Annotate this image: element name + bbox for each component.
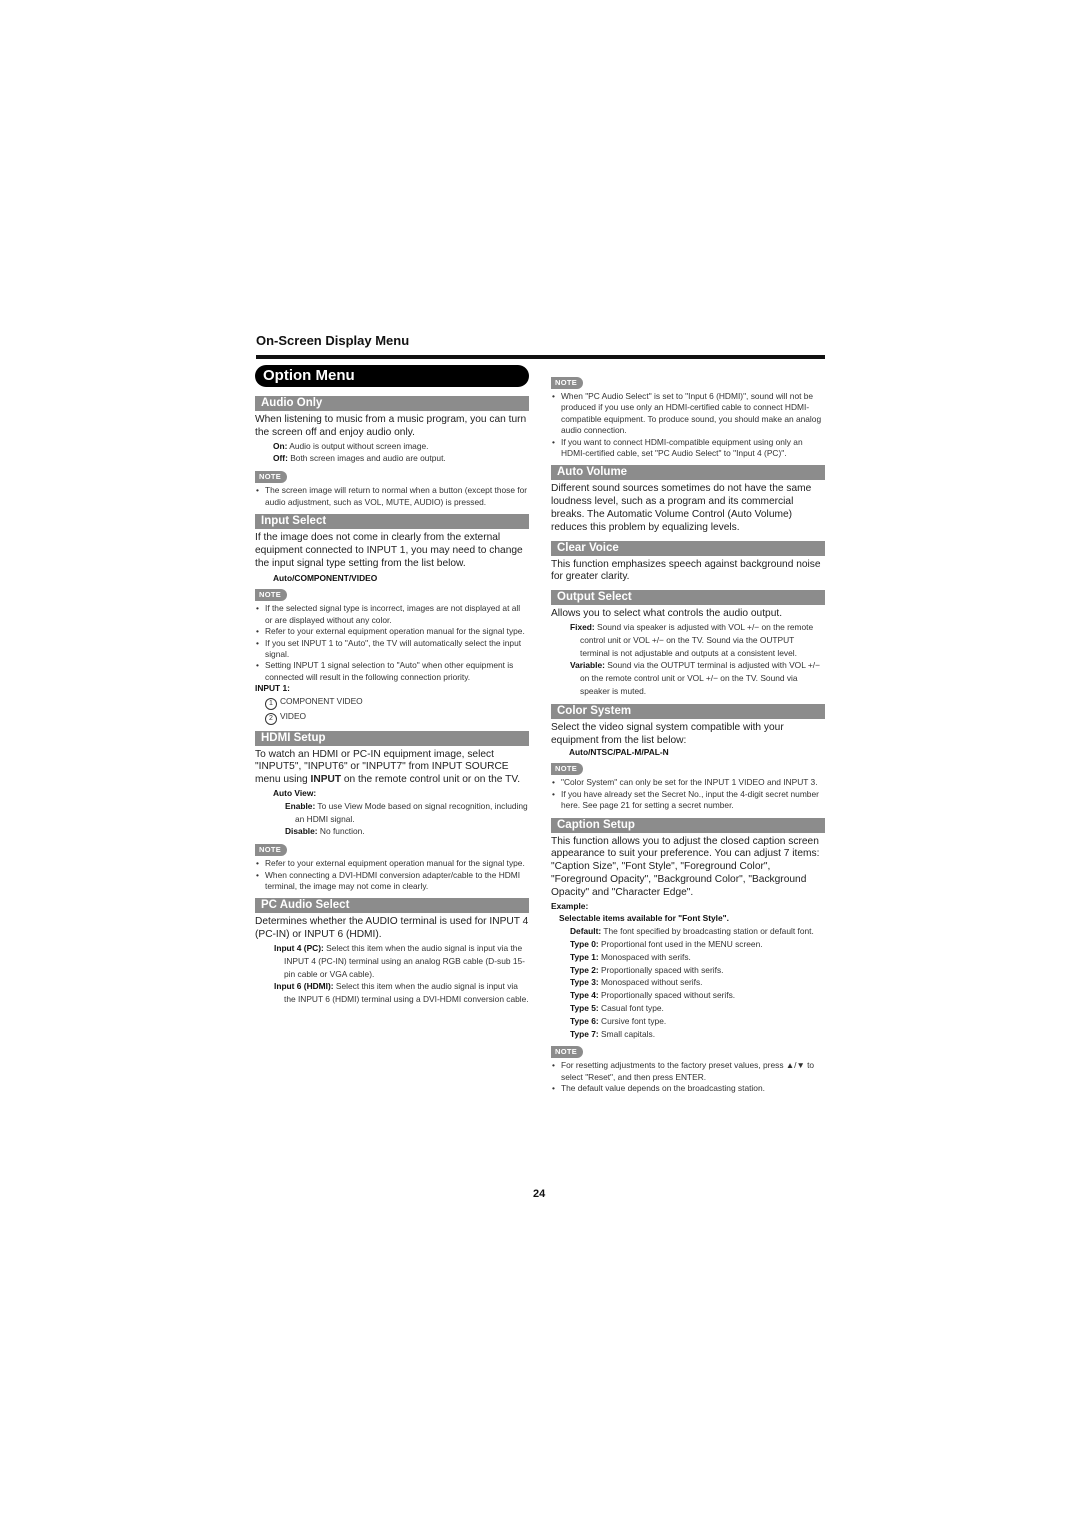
auto-view-label: Auto View: bbox=[273, 788, 317, 799]
caption-setup-section: Caption Setup This function allows you t… bbox=[551, 817, 825, 1095]
note-list: The screen image will return to normal w… bbox=[255, 485, 529, 508]
section-heading: Caption Setup bbox=[551, 817, 825, 833]
note-item: For resetting adjustments to the factory… bbox=[551, 1060, 825, 1083]
section-body: To watch an HDMI or PC-IN equipment imag… bbox=[255, 748, 521, 786]
right-column: NOTE When "PC Audio Select" is set to "I… bbox=[551, 372, 825, 1095]
note-item: The default value depends on the broadca… bbox=[551, 1083, 825, 1095]
font-style-item: Type 7: Small capitals. bbox=[570, 1028, 656, 1039]
option-choices: Auto/NTSC/PAL-M/PAL-N bbox=[569, 747, 669, 758]
option-choices: Auto/COMPONENT/VIDEO bbox=[273, 573, 378, 584]
option-item: Input 6 (HDMI): Select this item when th… bbox=[274, 981, 529, 1005]
priority-item: 1 COMPONENT VIDEO bbox=[255, 695, 529, 710]
font-style-item: Type 4: Proportionally spaced without se… bbox=[570, 990, 736, 1001]
number-circle-icon: 1 bbox=[265, 697, 277, 710]
font-style-item: Type 5: Casual font type. bbox=[570, 1002, 664, 1013]
section-body: This function allows you to adjust the c… bbox=[551, 835, 820, 898]
note-list: For resetting adjustments to the factory… bbox=[551, 1060, 825, 1095]
page-title: Option Menu bbox=[255, 365, 529, 387]
hdmi-setup-section: HDMI Setup To watch an HDMI or PC-IN equ… bbox=[255, 730, 529, 893]
note-list: Refer to your external equipment operati… bbox=[255, 858, 529, 892]
section-heading: Input Select bbox=[255, 514, 529, 529]
note-badge: NOTE bbox=[551, 763, 584, 776]
option-item: Off: Both screen images and audio are ou… bbox=[273, 453, 446, 464]
note-badge: NOTE bbox=[255, 471, 288, 484]
header-rule bbox=[256, 355, 825, 359]
note-item: "Color System" can only be set for the I… bbox=[551, 777, 825, 789]
auto-volume-section: Auto Volume Different sound sources some… bbox=[551, 465, 825, 534]
audio-only-section: Audio Only When listening to music from … bbox=[255, 396, 529, 508]
font-style-item: Type 3: Monospaced without serifs. bbox=[570, 977, 703, 988]
section-body: If the image does not come in clearly fr… bbox=[255, 532, 523, 569]
priority-label: INPUT 1: bbox=[255, 683, 290, 694]
note-item: If the selected signal type is incorrect… bbox=[255, 603, 529, 626]
note-list: "Color System" can only be set for the I… bbox=[551, 777, 825, 811]
font-style-item: Type 0: Proportional font used in the ME… bbox=[570, 938, 763, 949]
note-item: If you set INPUT 1 to "Auto", the TV wil… bbox=[255, 638, 529, 661]
section-header: On-Screen Display Menu bbox=[256, 333, 410, 348]
note-item: When "PC Audio Select" is set to "Input … bbox=[551, 391, 825, 437]
section-heading: HDMI Setup bbox=[255, 730, 529, 746]
output-select-section: Output Select Allows you to select what … bbox=[551, 590, 825, 698]
note-item: When connecting a DVI-HDMI conversion ad… bbox=[255, 870, 529, 893]
section-heading: Auto Volume bbox=[551, 465, 825, 481]
section-heading: Audio Only bbox=[255, 396, 529, 411]
note-item: Refer to your external equipment operati… bbox=[255, 858, 529, 870]
section-body: Allows you to select what controls the a… bbox=[551, 608, 783, 620]
note-badge: NOTE bbox=[255, 844, 288, 857]
note-item: Refer to your external equipment operati… bbox=[255, 626, 529, 638]
pc-audio-select-section: PC Audio Select Determines whether the A… bbox=[255, 898, 529, 1006]
section-heading: Clear Voice bbox=[551, 540, 825, 556]
input-select-section: Input Select If the image does not come … bbox=[255, 514, 529, 725]
section-heading: PC Audio Select bbox=[255, 898, 529, 914]
left-column: Option Menu Audio Only When listening to… bbox=[255, 365, 529, 1006]
font-style-item: Type 1: Monospaced with serifs. bbox=[570, 951, 691, 962]
note-item: The screen image will return to normal w… bbox=[255, 485, 529, 508]
note-badge: NOTE bbox=[255, 589, 288, 602]
example-label: Example: bbox=[551, 900, 589, 911]
section-body: Determines whether the AUDIO terminal is… bbox=[255, 916, 529, 941]
option-item: Enable: To use View Mode based on signal… bbox=[285, 800, 528, 824]
section-body: Select the video signal system compatibl… bbox=[551, 721, 784, 746]
section-heading: Color System bbox=[551, 703, 825, 719]
section-body: When listening to music from a music pro… bbox=[255, 414, 527, 438]
font-style-item: Type 2: Proportionally spaced with serif… bbox=[570, 964, 724, 975]
note-item: If you want to connect HDMI-compatible e… bbox=[551, 437, 825, 460]
font-style-list: Default: The font specified by broadcast… bbox=[551, 925, 825, 1040]
note-badge: NOTE bbox=[551, 1046, 584, 1059]
option-item: Variable: Sound via the OUTPUT terminal … bbox=[570, 660, 820, 696]
option-item: On: Audio is output without screen image… bbox=[273, 440, 429, 451]
note-item: Setting INPUT 1 signal selection to "Aut… bbox=[255, 660, 529, 683]
page-number: 24 bbox=[533, 1188, 546, 1200]
font-style-label: Selectable items available for "Font Sty… bbox=[559, 913, 729, 924]
font-style-item: Default: The font specified by broadcast… bbox=[570, 926, 814, 937]
section-body: This function emphasizes speech against … bbox=[551, 558, 821, 583]
number-circle-icon: 2 bbox=[265, 712, 277, 725]
color-system-section: Color System Select the video signal sys… bbox=[551, 703, 825, 812]
option-item: Input 4 (PC): Select this item when the … bbox=[274, 943, 525, 979]
option-item: Fixed: Sound via speaker is adjusted wit… bbox=[570, 622, 814, 658]
note-list: If the selected signal type is incorrect… bbox=[255, 603, 529, 683]
section-heading: Output Select bbox=[551, 590, 825, 606]
font-style-item: Type 6: Cursive font type. bbox=[570, 1015, 667, 1026]
section-body: Different sound sources sometimes do not… bbox=[551, 483, 812, 533]
option-item: Disable: No function. bbox=[285, 826, 365, 837]
clear-voice-section: Clear Voice This function emphasizes spe… bbox=[551, 540, 825, 585]
note-badge: NOTE bbox=[551, 377, 584, 389]
note-list: When "PC Audio Select" is set to "Input … bbox=[551, 391, 825, 459]
note-item: If you have already set the Secret No., … bbox=[551, 789, 825, 812]
priority-item: 2 VIDEO bbox=[255, 710, 529, 725]
